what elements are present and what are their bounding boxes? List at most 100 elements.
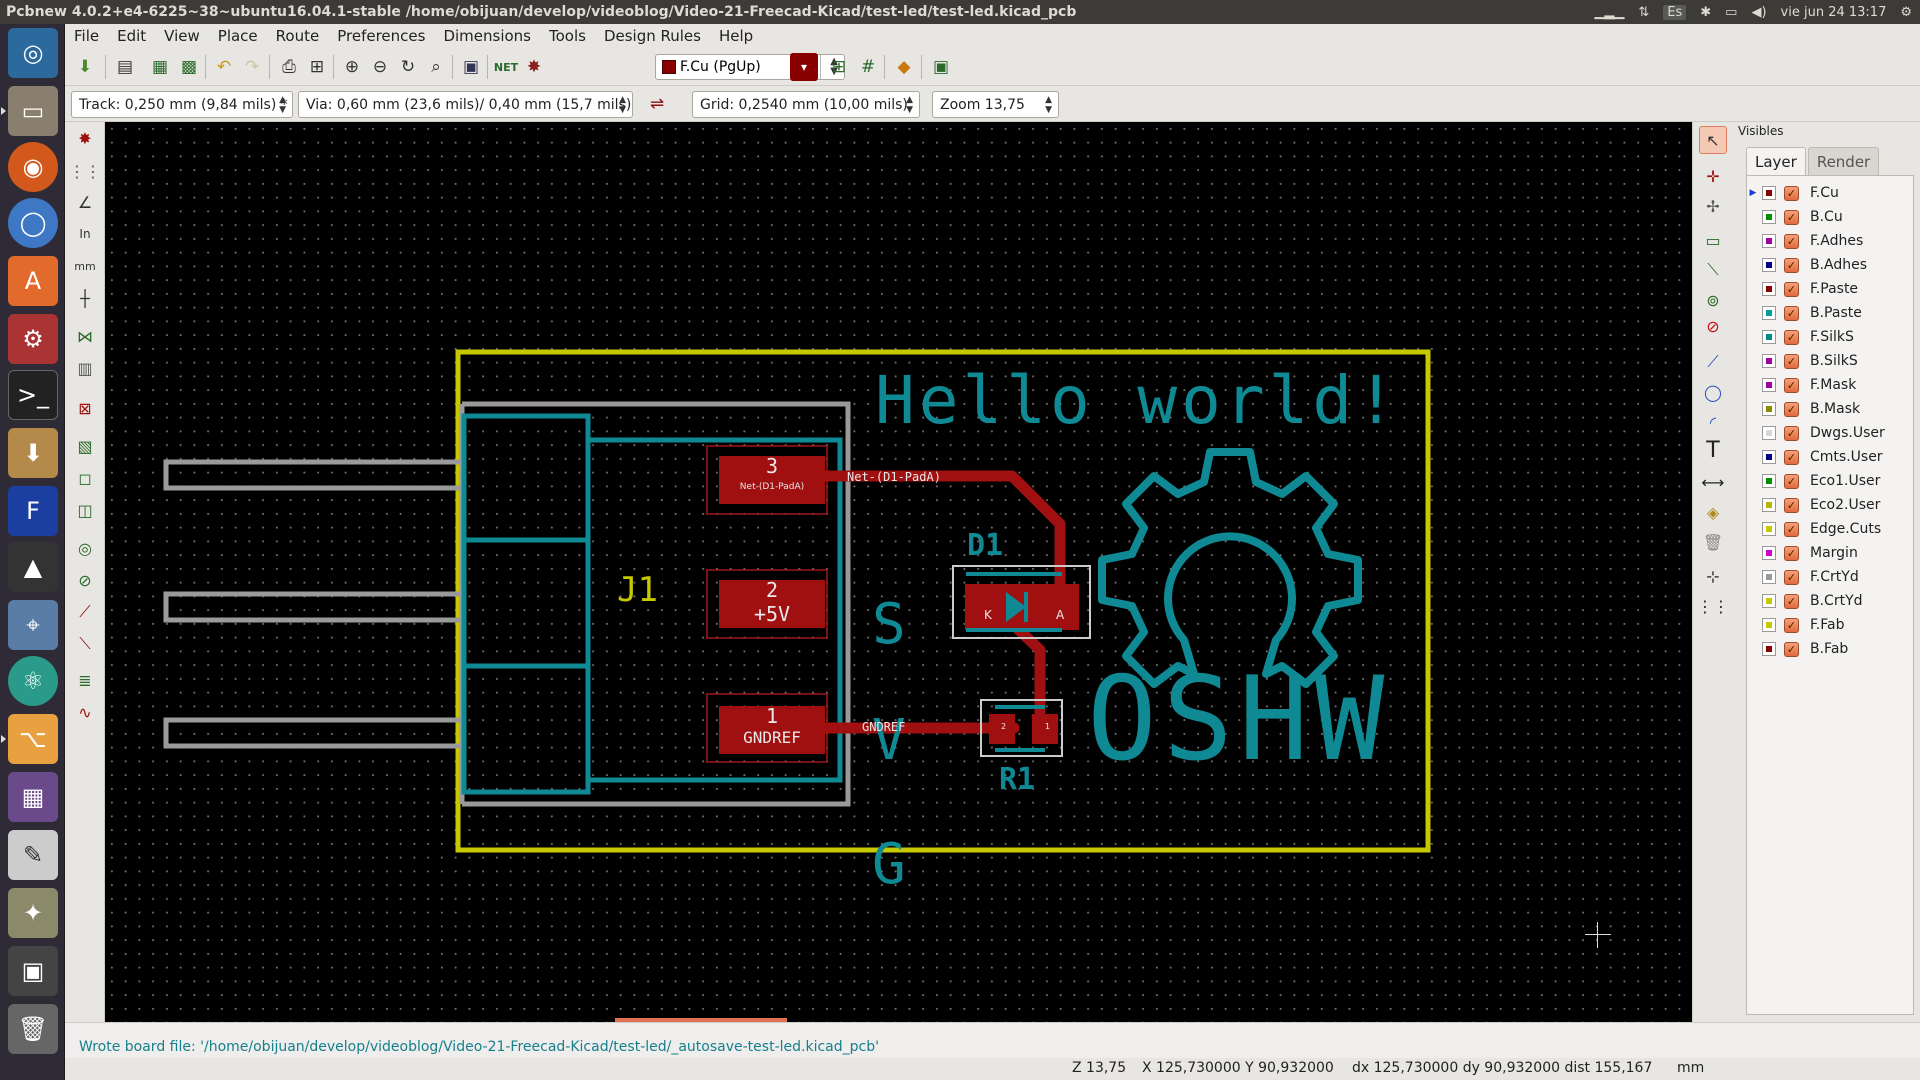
video-editor-icon[interactable]: ▦ <box>8 772 58 822</box>
terminal-icon[interactable]: >_ <box>8 370 58 420</box>
layer-visibility-checkbox[interactable]: ✓ <box>1784 545 1799 561</box>
zoom-select[interactable]: Zoom 13,75 ▲ ▼ <box>932 91 1059 118</box>
layer-color-swatch[interactable] <box>1762 594 1776 608</box>
layer-visibility-checkbox[interactable]: ✓ <box>1784 329 1799 345</box>
menu-place[interactable]: Place <box>209 27 267 45</box>
system-settings-icon[interactable]: ⚙ <box>8 314 58 364</box>
layer-row[interactable]: ✓ F.Mask <box>1747 374 1913 396</box>
auto-track-width-icon[interactable]: ⇌ <box>643 90 671 118</box>
layer-visibility-checkbox[interactable]: ✓ <box>1784 521 1799 537</box>
layer-row[interactable]: ✓ F.Fab <box>1747 614 1913 636</box>
local-ratsnest-icon[interactable]: ✢ <box>1699 192 1727 220</box>
set-grid-origin-icon[interactable]: ⋮⋮ <box>1697 592 1729 620</box>
transfer-arrows-icon[interactable]: ⇅ <box>1638 5 1649 20</box>
microwave-toolbar-icon[interactable]: ∿ <box>71 698 99 726</box>
autoplace-icon[interactable]: ⊞ <box>825 53 853 81</box>
ratsnest-icon[interactable]: ⋈ <box>71 322 99 350</box>
layer-visibility-checkbox[interactable]: ✓ <box>1784 377 1799 393</box>
layer-visibility-checkbox[interactable]: ✓ <box>1784 569 1799 585</box>
layer-visibility-checkbox[interactable]: ✓ <box>1784 305 1799 321</box>
layer-row[interactable]: ✓ Eco2.User <box>1747 494 1913 516</box>
units-inch-icon[interactable]: In <box>71 220 99 248</box>
auto-delete-track-icon[interactable]: ⊠ <box>71 394 99 422</box>
grid-select[interactable]: Grid: 0,2540 mm (10,00 mils) ▲ ▼ <box>692 91 920 118</box>
delete-tool-icon[interactable]: 🗑 <box>1699 528 1727 556</box>
menu-help[interactable]: Help <box>710 27 762 45</box>
layer-color-swatch[interactable] <box>1762 426 1776 440</box>
layer-visibility-checkbox[interactable]: ✓ <box>1784 641 1799 657</box>
layer-color-swatch[interactable] <box>1762 186 1776 200</box>
layer-row[interactable]: ✓ Edge.Cuts <box>1747 518 1913 540</box>
settings-gear-icon[interactable]: ⚙ <box>1900 5 1912 20</box>
text-editor-icon[interactable]: ✎ <box>8 830 58 880</box>
menu-dimensions[interactable]: Dimensions <box>434 27 540 45</box>
clock[interactable]: vie jun 24 13:17 <box>1781 5 1887 20</box>
autoroute-icon[interactable]: # <box>854 53 882 81</box>
menu-design-rules[interactable]: Design Rules <box>595 27 710 45</box>
layer-visibility-checkbox[interactable]: ✓ <box>1784 449 1799 465</box>
route-track-icon[interactable]: ⟍ <box>1699 256 1727 284</box>
layer-color-swatch[interactable] <box>1762 618 1776 632</box>
layer-row[interactable]: ✓ B.Cu <box>1747 206 1913 228</box>
menu-preferences[interactable]: Preferences <box>328 27 434 45</box>
files-icon[interactable]: ▭ <box>1 86 58 136</box>
layer-color-swatch[interactable] <box>1762 258 1776 272</box>
layer-visibility-checkbox[interactable]: ✓ <box>1784 257 1799 273</box>
menu-file[interactable]: File <box>65 27 108 45</box>
layer-visibility-checkbox[interactable]: ✓ <box>1784 401 1799 417</box>
maps-icon[interactable]: ⌖ <box>8 600 58 650</box>
layer-row[interactable]: ✓ F.Adhes <box>1747 230 1913 252</box>
redo-icon[interactable]: ↷ <box>238 53 266 81</box>
layer-color-swatch[interactable] <box>1762 378 1776 392</box>
zoom-in-icon[interactable]: ⊕ <box>338 53 366 81</box>
zone-fill-icon[interactable]: ▧ <box>71 432 99 460</box>
layer-color-swatch[interactable] <box>1762 450 1776 464</box>
add-line-icon[interactable]: ⟋ <box>1699 348 1727 376</box>
layer-row[interactable]: ✓ B.Adhes <box>1747 254 1913 276</box>
layer-color-swatch[interactable] <box>1762 354 1776 368</box>
polar-coords-icon[interactable]: ∠ <box>71 188 99 216</box>
drc-off-icon[interactable]: ✸ <box>71 124 99 152</box>
layer-pair-icon[interactable]: ▾ <box>790 53 818 81</box>
layer-visibility-checkbox[interactable]: ✓ <box>1784 281 1799 297</box>
layer-visibility-checkbox[interactable]: ✓ <box>1784 473 1799 489</box>
layer-visibility-checkbox[interactable]: ✓ <box>1784 425 1799 441</box>
layer-color-swatch[interactable] <box>1762 210 1776 224</box>
atom-icon[interactable]: ⚛ <box>8 656 58 706</box>
layers-manager-icon[interactable]: ≣ <box>71 666 99 694</box>
layer-visibility-checkbox[interactable]: ✓ <box>1784 209 1799 225</box>
layer-color-swatch[interactable] <box>1762 402 1776 416</box>
layer-row[interactable]: ✓ F.Paste <box>1747 278 1913 300</box>
layer-color-swatch[interactable] <box>1762 234 1776 248</box>
layer-visibility-checkbox[interactable]: ✓ <box>1784 185 1799 201</box>
pads-sketch-icon[interactable]: ◎ <box>71 534 99 562</box>
layer-row[interactable]: ✓ B.SilkS <box>1747 350 1913 372</box>
layer-color-swatch[interactable] <box>1762 642 1776 656</box>
add-text-icon[interactable]: T <box>1699 436 1727 464</box>
kicad-icon[interactable]: ⌥ <box>1 714 58 764</box>
print-icon[interactable]: ⎙ <box>275 53 303 81</box>
units-mm-icon[interactable]: mm <box>71 252 99 280</box>
tab-layer[interactable]: Layer <box>1746 147 1806 175</box>
find-icon[interactable]: ▣ <box>457 53 485 81</box>
add-footprint-icon[interactable]: ▭ <box>1699 226 1727 254</box>
scripting-console-icon[interactable]: ▣ <box>927 53 955 81</box>
tracks-sketch-icon[interactable]: ⟋ <box>71 598 99 626</box>
inkscape-icon[interactable]: ▲ <box>8 542 58 592</box>
pcb-canvas[interactable]: Hello world! OSHW J1 S V G 3 Net-(D1-Pad… <box>105 122 1692 1022</box>
layer-row[interactable]: ▶ ✓ F.Cu <box>1747 182 1913 204</box>
select-tool-icon[interactable]: ↖ <box>1699 126 1727 154</box>
keepout-area-icon[interactable]: ⊘ <box>1699 312 1727 340</box>
add-dimension-icon[interactable]: ⟷ <box>1699 468 1727 496</box>
bluetooth-icon[interactable]: ✱ <box>1700 5 1711 20</box>
add-circle-icon[interactable]: ◯ <box>1699 378 1727 406</box>
drc-icon[interactable]: ✸ <box>520 53 548 81</box>
software-center-icon[interactable]: A <box>8 256 58 306</box>
zoom-fit-icon[interactable]: ⌕ <box>422 53 450 81</box>
plot-icon[interactable]: ⊞ <box>303 53 331 81</box>
highlight-net-icon[interactable]: ✛ <box>1699 162 1727 190</box>
cursor-shape-icon[interactable]: ┼ <box>71 284 99 312</box>
freecad-icon[interactable]: F <box>8 486 58 536</box>
layer-color-swatch[interactable] <box>1762 498 1776 512</box>
add-arc-icon[interactable]: ◜ <box>1699 408 1727 436</box>
